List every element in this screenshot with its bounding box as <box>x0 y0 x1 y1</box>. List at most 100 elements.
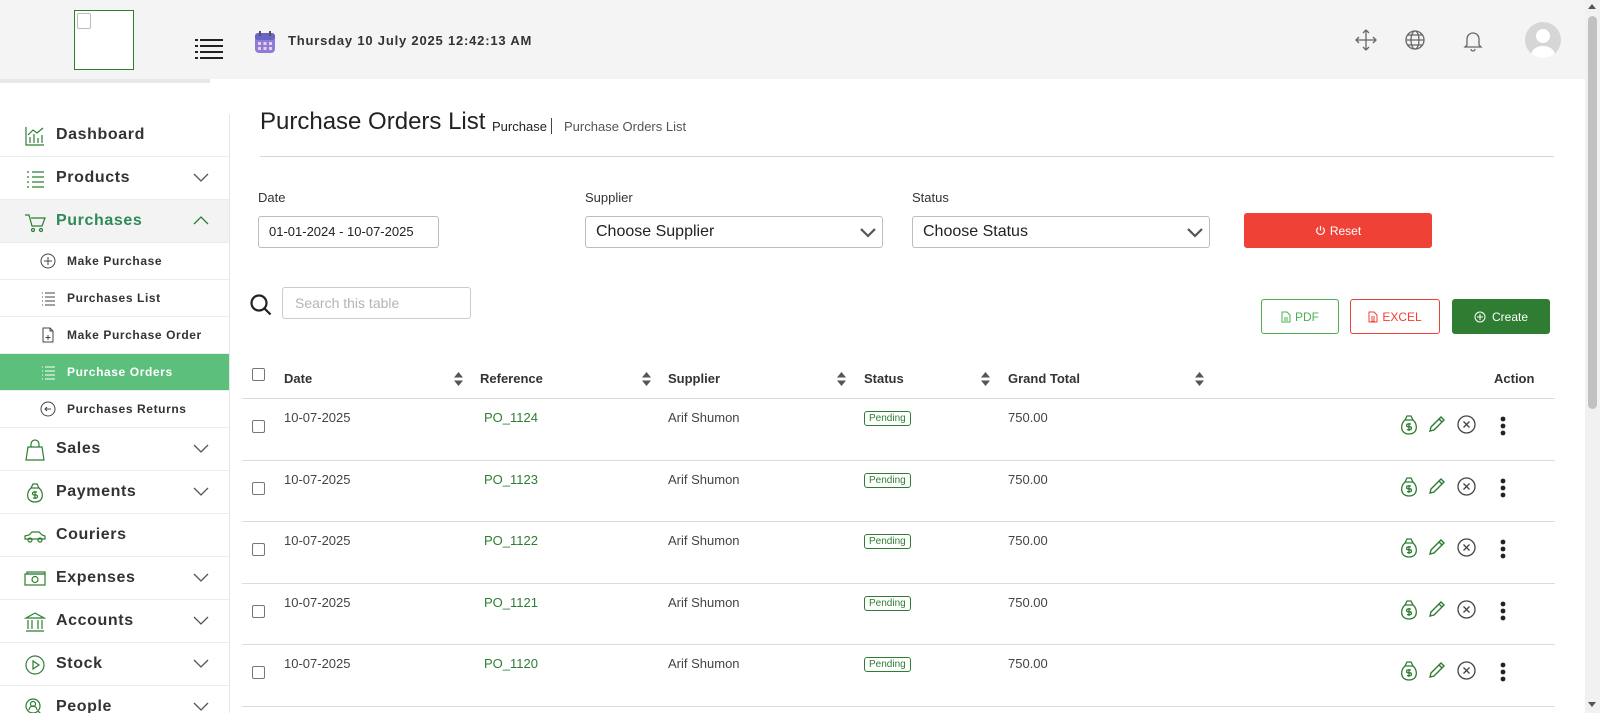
cell-date: 10-07-2025 <box>284 533 351 548</box>
chevron-down-icon <box>193 659 209 668</box>
edit-pencil-icon[interactable] <box>1428 661 1446 679</box>
more-vertical-icon[interactable] <box>1500 662 1506 682</box>
logo-image[interactable] <box>74 10 134 70</box>
row-checkbox[interactable] <box>252 604 265 618</box>
sort-icon[interactable] <box>642 372 651 386</box>
column-header-supplier[interactable]: Supplier <box>668 371 720 386</box>
export-excel-button[interactable]: EXCEL <box>1350 299 1440 334</box>
sort-icon[interactable] <box>454 372 463 386</box>
column-header-date[interactable]: Date <box>284 371 312 386</box>
table-search-input[interactable] <box>282 287 471 319</box>
more-vertical-icon[interactable] <box>1500 416 1506 436</box>
cell-reference-link[interactable]: PO_1124 <box>484 410 538 425</box>
return-circle-icon <box>40 401 56 417</box>
edit-pencil-icon[interactable] <box>1428 477 1446 495</box>
payment-bag-icon[interactable] <box>1399 661 1419 681</box>
sidebar-item-dashboard[interactable]: Dashboard <box>0 114 229 157</box>
column-header-grand-total[interactable]: Grand Total <box>1008 371 1080 386</box>
chevron-up-icon <box>193 216 209 225</box>
menu-toggle-icon[interactable] <box>195 37 223 59</box>
excel-button-label: EXCEL <box>1382 309 1422 324</box>
row-checkbox[interactable] <box>252 420 265 433</box>
supplier-filter-label: Supplier <box>585 190 633 205</box>
reset-button[interactable]: Reset <box>1244 213 1432 248</box>
select-all-checkbox[interactable] <box>252 368 265 381</box>
cell-date: 10-07-2025 <box>284 656 351 671</box>
cell-reference-link[interactable]: PO_1120 <box>484 656 538 671</box>
export-pdf-button[interactable]: PDF <box>1261 299 1339 334</box>
scrollbar-thumb[interactable] <box>1588 16 1597 409</box>
sidebar-item-payments[interactable]: Payments <box>0 471 229 514</box>
sidebar-item-stock[interactable]: Stock <box>0 643 229 686</box>
car-icon <box>24 531 46 543</box>
sidebar-subitem-label: Make Purchase Order <box>67 328 202 342</box>
cancel-circle-icon[interactable] <box>1457 538 1476 557</box>
cell-reference-link[interactable]: PO_1121 <box>484 595 538 610</box>
date-range-input[interactable]: 01-01-2024 - 10-07-2025 <box>258 216 439 248</box>
sidebar-subitem-make-purchase-order[interactable]: Make Purchase Order <box>0 317 229 354</box>
sidebar-item-purchases[interactable]: Purchases <box>0 200 229 243</box>
sidebar-item-couriers[interactable]: Couriers <box>0 514 229 557</box>
more-vertical-icon[interactable] <box>1500 478 1506 498</box>
sidebar-item-label: Couriers <box>56 526 127 543</box>
row-checkbox[interactable] <box>252 481 265 495</box>
sidebar-subitem-label: Purchases Returns <box>67 402 187 416</box>
page-scrollbar[interactable] <box>1585 0 1600 713</box>
payment-bag-icon[interactable] <box>1399 415 1419 435</box>
breadcrumb-parent[interactable]: Purchase <box>492 119 547 134</box>
supplier-select[interactable]: Choose Supplier <box>585 216 883 248</box>
status-select[interactable]: Choose Status <box>912 216 1210 248</box>
cancel-circle-icon[interactable] <box>1457 599 1476 619</box>
sidebar-subitem-purchase-orders[interactable]: Purchase Orders <box>0 354 229 391</box>
top-header: Thursday 10 July 2025 12:42:13 AM <box>0 0 1585 79</box>
edit-pencil-icon[interactable] <box>1428 600 1446 618</box>
more-vertical-icon[interactable] <box>1500 539 1506 559</box>
sidebar-item-sales[interactable]: Sales <box>0 428 229 471</box>
cancel-circle-icon[interactable] <box>1457 661 1476 680</box>
power-icon <box>1315 225 1325 236</box>
current-datetime: Thursday 10 July 2025 12:42:13 AM <box>288 33 533 48</box>
scroll-up-icon[interactable] <box>1588 4 1596 9</box>
sidebar-item-label: Products <box>56 169 131 186</box>
more-vertical-icon[interactable] <box>1500 601 1506 621</box>
cash-icon <box>24 571 46 586</box>
row-checkbox[interactable] <box>252 666 265 679</box>
edit-pencil-icon[interactable] <box>1428 538 1446 556</box>
sort-icon[interactable] <box>837 372 846 386</box>
search-icon <box>250 294 272 316</box>
edit-pencil-icon[interactable] <box>1428 415 1446 433</box>
sidebar-item-accounts[interactable]: Accounts <box>0 600 229 643</box>
list-icon <box>42 366 55 380</box>
cell-reference-link[interactable]: PO_1123 <box>484 472 538 487</box>
row-checkbox[interactable] <box>252 543 265 556</box>
payment-bag-icon[interactable] <box>1399 599 1419 620</box>
bell-icon[interactable] <box>1461 28 1485 52</box>
bank-icon <box>24 612 46 632</box>
sidebar-item-people[interactable]: People <box>0 686 229 713</box>
user-avatar[interactable] <box>1525 22 1561 58</box>
sidebar-item-expenses[interactable]: Expenses <box>0 557 229 600</box>
sidebar-subitem-make-purchase[interactable]: Make Purchase <box>0 243 229 280</box>
sidebar-subitem-purchases-list[interactable]: Purchases List <box>0 280 229 317</box>
chevron-down-icon <box>193 487 209 496</box>
cell-reference-link[interactable]: PO_1122 <box>484 533 538 548</box>
payment-bag-icon[interactable] <box>1399 476 1419 497</box>
chevron-down-icon <box>193 444 209 453</box>
sidebar-subitem-purchases-returns[interactable]: Purchases Returns <box>0 391 229 428</box>
column-header-status[interactable]: Status <box>864 371 904 386</box>
chart-icon <box>25 127 44 146</box>
cancel-circle-icon[interactable] <box>1457 476 1476 496</box>
sidebar-item-products[interactable]: Products <box>0 157 229 200</box>
payment-bag-icon[interactable] <box>1399 538 1419 558</box>
fullscreen-icon[interactable] <box>1354 28 1378 52</box>
create-button[interactable]: Create <box>1452 299 1550 334</box>
globe-icon[interactable] <box>1403 28 1427 52</box>
cancel-circle-icon[interactable] <box>1457 415 1476 434</box>
sort-icon[interactable] <box>1195 372 1204 386</box>
column-header-reference[interactable]: Reference <box>480 371 543 386</box>
sort-icon[interactable] <box>981 372 990 386</box>
status-filter-label: Status <box>912 190 949 205</box>
scroll-down-icon[interactable] <box>1588 702 1596 707</box>
plus-circle-icon <box>1474 311 1486 322</box>
cell-supplier: Arif Shumon <box>668 471 740 487</box>
